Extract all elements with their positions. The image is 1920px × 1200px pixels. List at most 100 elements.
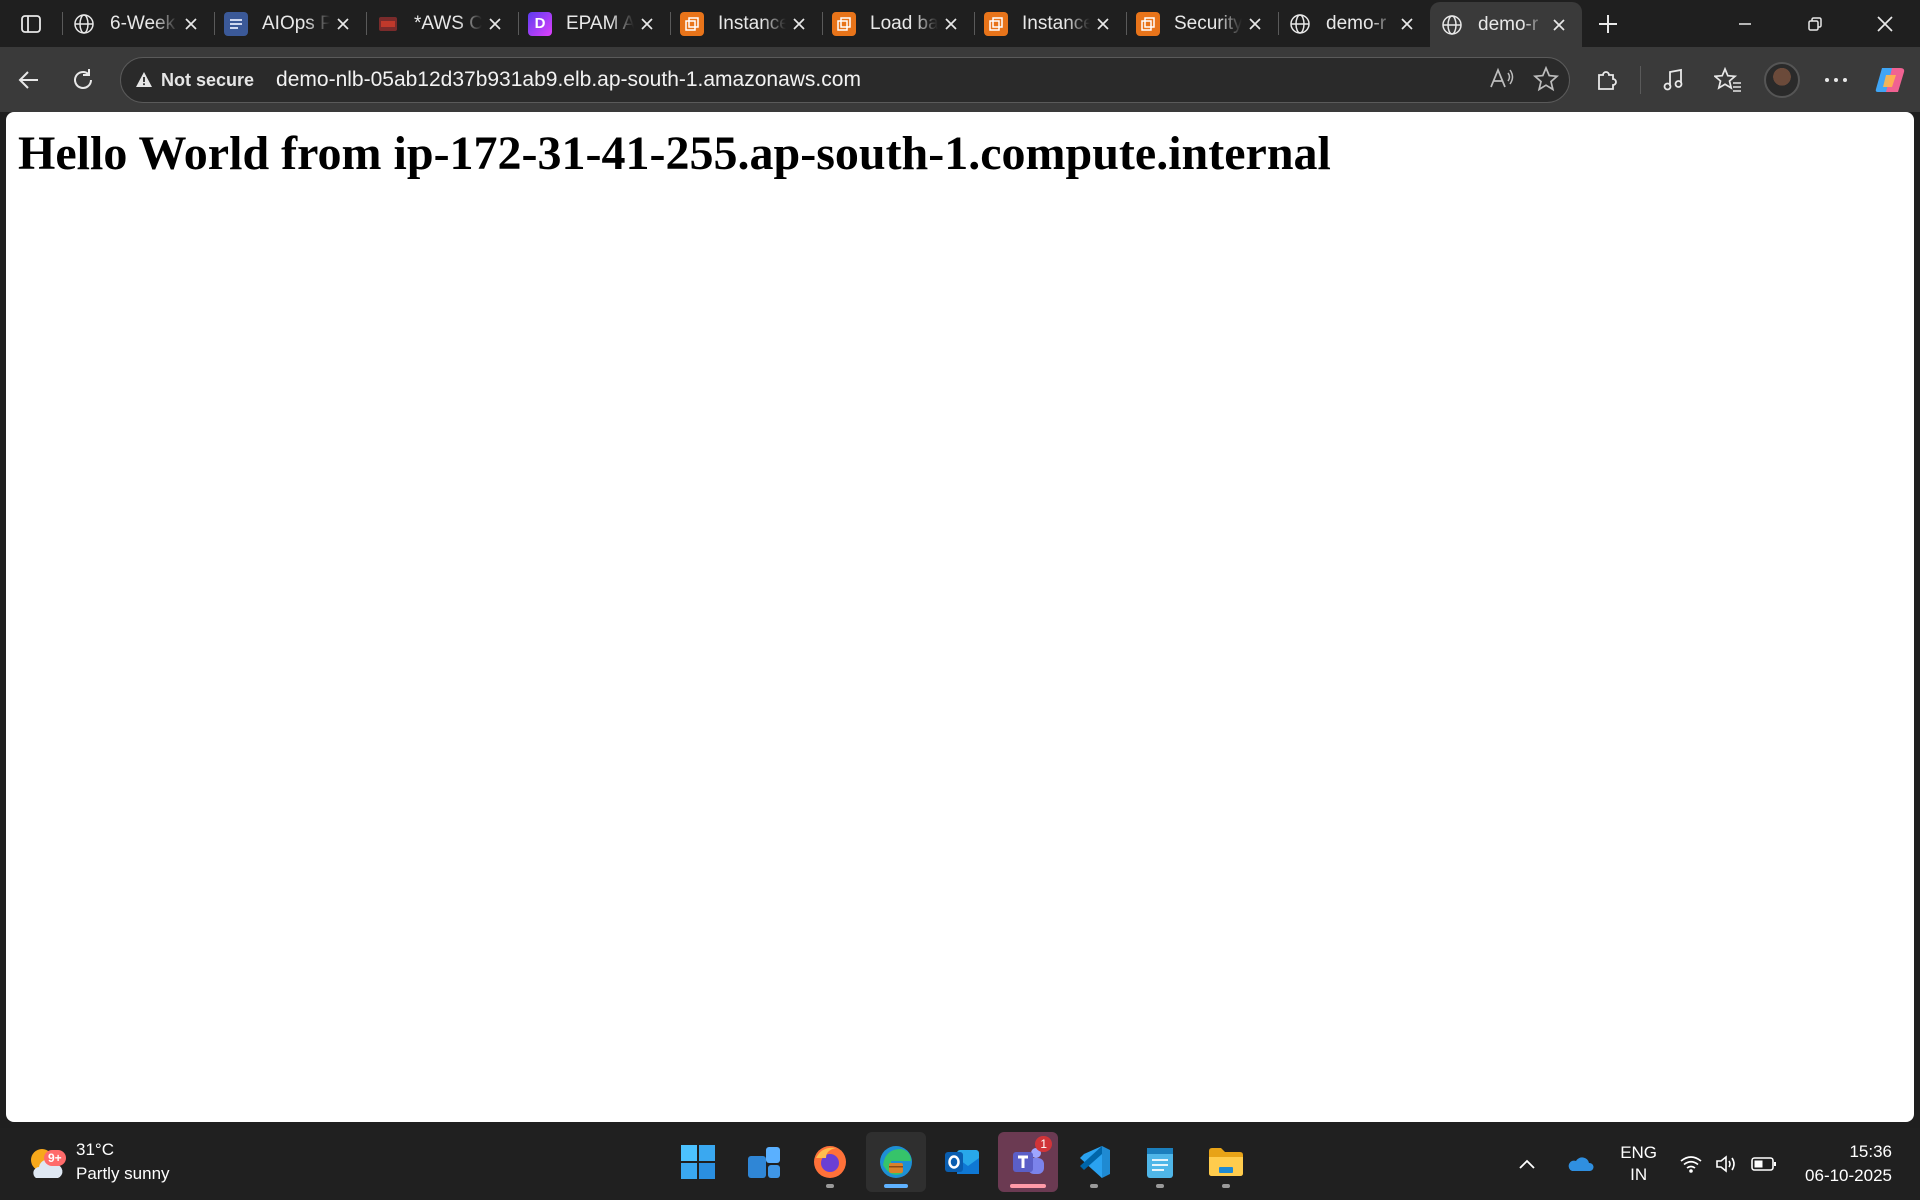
- wifi-icon: [1680, 1156, 1702, 1173]
- favorites-button[interactable]: [1701, 53, 1755, 107]
- settings-more-button[interactable]: [1809, 53, 1863, 107]
- tab-aiops[interactable]: AIOps P: [214, 0, 366, 47]
- minimize-button[interactable]: [1710, 0, 1780, 47]
- extensions-button[interactable]: [1580, 53, 1634, 107]
- edge-button[interactable]: [866, 1132, 926, 1192]
- tab-instances-2[interactable]: Instance: [974, 0, 1126, 47]
- star-icon: [1532, 65, 1560, 91]
- back-arrow-icon: [18, 70, 38, 89]
- aws-console-icon: [1136, 11, 1160, 36]
- firefox-button[interactable]: [800, 1132, 860, 1192]
- teams-button[interactable]: 1: [998, 1132, 1058, 1192]
- running-indicator: [1090, 1184, 1098, 1188]
- file-explorer-icon: [1209, 1148, 1243, 1176]
- tab-epam[interactable]: D EPAM A: [518, 0, 670, 47]
- tab-demo-active[interactable]: demo-r: [1430, 2, 1582, 47]
- language-indicator[interactable]: ENG IN: [1620, 1142, 1657, 1186]
- new-tab-button[interactable]: [1582, 0, 1634, 47]
- language-code: ENG: [1620, 1143, 1658, 1162]
- tab-aws-pdf[interactable]: *AWS C: [366, 0, 518, 47]
- profile-button[interactable]: [1755, 53, 1809, 107]
- tab-label: Load ba: [870, 12, 938, 34]
- clock[interactable]: 15:36 06-10-2025: [1805, 1140, 1892, 1188]
- tab-actions-button[interactable]: [0, 0, 62, 47]
- clock-date: 06-10-2025: [1805, 1166, 1892, 1185]
- close-icon[interactable]: [482, 11, 508, 37]
- running-indicator: [826, 1184, 834, 1188]
- close-icon[interactable]: [634, 11, 660, 37]
- tab-demo-1[interactable]: demo-r: [1278, 0, 1430, 47]
- tab-divider: [974, 12, 975, 35]
- outlook-icon: [945, 1150, 979, 1174]
- chevron-up-icon: [1519, 1159, 1535, 1169]
- copilot-icon: [1875, 67, 1905, 92]
- notepad-icon: [1147, 1148, 1173, 1178]
- close-window-button[interactable]: [1850, 0, 1920, 47]
- close-icon[interactable]: [1242, 11, 1268, 37]
- title-bar: 6-Week AIOps P *AWS C D EPAM A Instance: [0, 0, 1920, 47]
- start-button[interactable]: [668, 1132, 728, 1192]
- edge-icon: [880, 1146, 912, 1178]
- read-aloud-button[interactable]: [1489, 67, 1515, 96]
- widgets-button[interactable]: [734, 1132, 794, 1192]
- tab-label: Instance: [1022, 12, 1090, 34]
- show-hidden-icons-button[interactable]: [1518, 1158, 1536, 1170]
- close-icon[interactable]: [330, 11, 356, 37]
- notepad-button[interactable]: [1130, 1132, 1190, 1192]
- volume-icon: [1716, 1155, 1735, 1173]
- pdf-icon: [376, 12, 400, 36]
- address-bar[interactable]: Not secure demo-nlb-05ab12d37b931ab9.elb…: [120, 57, 1570, 103]
- quick-settings-button[interactable]: [1679, 1154, 1777, 1174]
- minimize-icon: [1739, 22, 1751, 25]
- vscode-button[interactable]: [1064, 1132, 1124, 1192]
- restore-button[interactable]: [1780, 0, 1850, 47]
- onedrive-cloud-icon: [1568, 1157, 1594, 1171]
- tab-label: 6-Week: [110, 12, 176, 34]
- refresh-button[interactable]: [56, 53, 110, 107]
- aws-console-icon: [680, 11, 704, 36]
- close-icon[interactable]: [1394, 11, 1420, 37]
- copilot-button[interactable]: [1863, 53, 1917, 107]
- vscode-icon: [1080, 1146, 1110, 1178]
- favorite-star-button[interactable]: [1532, 65, 1560, 97]
- close-icon[interactable]: [178, 11, 204, 37]
- clock-time: 15:36: [1849, 1142, 1892, 1161]
- taskbar: 9+ 31°C Partly sunny 1 ENG IN 15:36 06-1…: [0, 1128, 1920, 1200]
- onedrive-button[interactable]: [1566, 1155, 1594, 1173]
- plus-icon: [1599, 14, 1617, 33]
- tab-6-week[interactable]: 6-Week: [62, 0, 214, 47]
- tab-security[interactable]: Security: [1126, 0, 1278, 47]
- weather-badge: 9+: [44, 1150, 66, 1166]
- close-icon[interactable]: [1090, 11, 1116, 37]
- tab-label: Security: [1174, 12, 1242, 34]
- tab-divider: [62, 12, 63, 35]
- close-icon[interactable]: [786, 11, 812, 37]
- navigation-bar: Not secure demo-nlb-05ab12d37b931ab9.elb…: [0, 47, 1920, 112]
- globe-icon: [1440, 13, 1464, 37]
- globe-icon: [72, 12, 96, 36]
- media-button[interactable]: [1647, 53, 1701, 107]
- read-aloud-icon: [1490, 67, 1514, 87]
- weather-condition: Partly sunny: [76, 1164, 170, 1183]
- page-viewport: Hello World from ip-172-31-41-255.ap-sou…: [6, 112, 1914, 1122]
- url-text[interactable]: demo-nlb-05ab12d37b931ab9.elb.ap-south-1…: [276, 68, 861, 92]
- battery-icon: [1751, 1157, 1777, 1171]
- close-icon[interactable]: [938, 11, 964, 37]
- outlook-button[interactable]: [932, 1132, 992, 1192]
- site-info-button[interactable]: Not secure: [135, 70, 254, 91]
- start-icon: [681, 1145, 715, 1179]
- close-icon: [1877, 15, 1893, 32]
- close-icon[interactable]: [1546, 12, 1572, 38]
- tab-actions-icon: [21, 14, 41, 33]
- tab-label: AIOps P: [262, 12, 330, 34]
- tab-label: Instance: [718, 12, 786, 34]
- tab-load-balancers[interactable]: Load ba: [822, 0, 974, 47]
- tab-divider: [518, 12, 519, 35]
- tab-divider: [1126, 12, 1127, 35]
- warning-icon: [136, 72, 152, 87]
- file-explorer-button[interactable]: [1196, 1132, 1256, 1192]
- weather-widget[interactable]: 9+ 31°C Partly sunny: [26, 1138, 170, 1186]
- globe-icon: [1288, 12, 1312, 36]
- tab-instances-1[interactable]: Instance: [670, 0, 822, 47]
- back-button[interactable]: [2, 53, 56, 107]
